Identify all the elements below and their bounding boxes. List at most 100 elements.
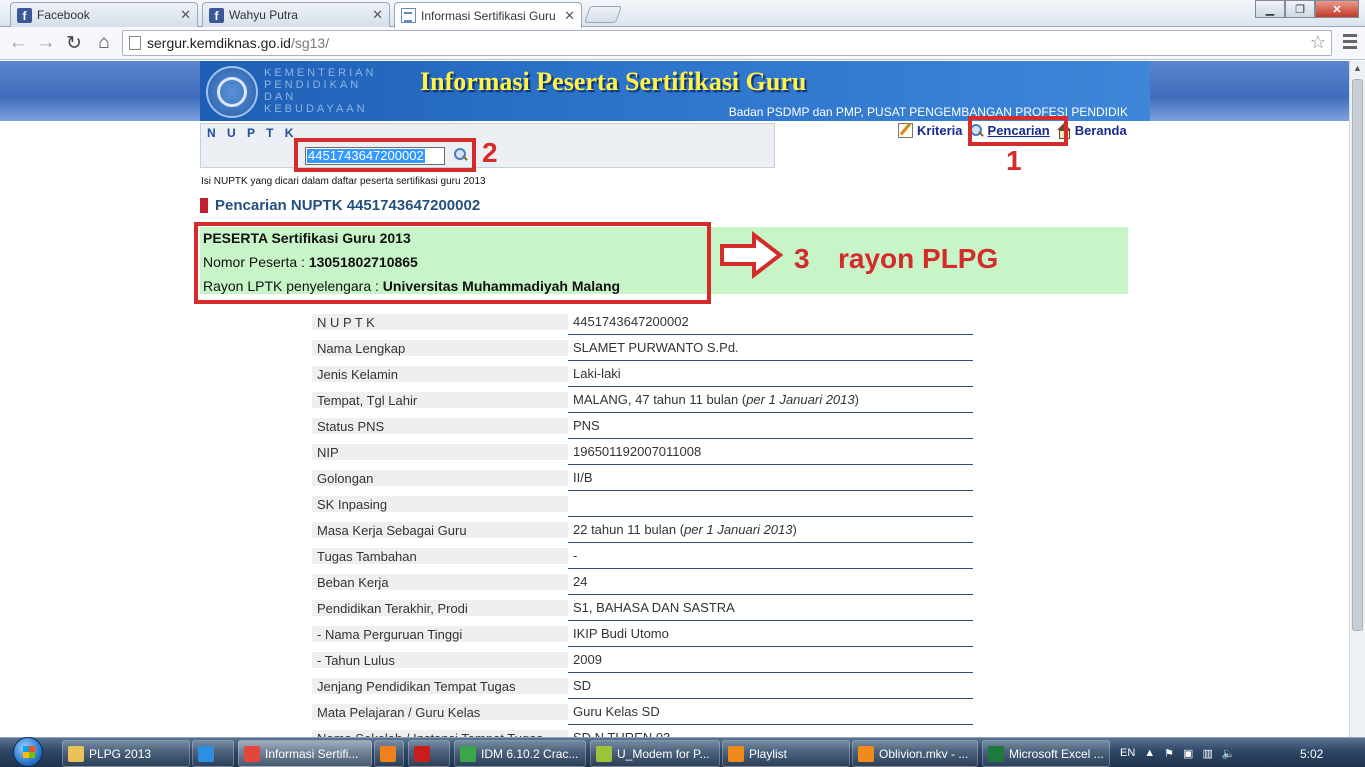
result-heading: Pencarian NUPTK 4451743647200002 xyxy=(200,197,480,214)
url-host: sergur.kemdiknas.go.id xyxy=(147,35,291,51)
scroll-up-icon[interactable]: ▲ xyxy=(1350,61,1365,75)
tab-label: Facebook xyxy=(37,8,90,22)
forward-button[interactable]: → xyxy=(34,31,58,55)
tab-facebook[interactable]: f Facebook ✕ xyxy=(10,2,198,27)
taskbar-item-label: PLPG 2013 xyxy=(89,746,152,761)
window-controls: ▁ ❐ ✕ xyxy=(1255,0,1359,18)
detail-value: Guru Kelas SD xyxy=(568,699,973,725)
detail-value: SD xyxy=(568,673,973,699)
back-button[interactable]: ← xyxy=(6,31,30,55)
detail-value: IKIP Budi Utomo xyxy=(568,621,973,647)
taskbar-item[interactable] xyxy=(408,740,450,767)
detail-value: - xyxy=(568,543,973,569)
home-button[interactable]: ⌂ xyxy=(92,31,116,55)
taskbar-item[interactable]: Informasi Sertifi... xyxy=(238,740,372,767)
menu-icon[interactable] xyxy=(1340,31,1360,55)
detail-label: SK Inpasing xyxy=(312,491,568,517)
detail-row: Pendidikan Terakhir, Prodi S1, BAHASA DAN… xyxy=(312,595,973,621)
windows-taskbar: PLPG 2013 Informasi Sertifi... IDM 6.10.2 … xyxy=(0,737,1365,767)
windows-logo-icon xyxy=(13,737,43,767)
detail-label: Mata Pelajaran / Guru Kelas xyxy=(312,699,568,725)
detail-row: Nama Lengkap SLAMET PURWANTO S.Pd. xyxy=(312,335,973,361)
device-icon[interactable]: ▣ xyxy=(1183,747,1193,760)
facebook-icon: f xyxy=(209,7,224,23)
detail-row: - Tahun Lulus 2009 xyxy=(312,647,973,673)
app-icon xyxy=(380,745,396,762)
network-icon[interactable]: ▥ xyxy=(1202,747,1212,760)
detail-row: Tugas Tambahan - xyxy=(312,543,973,569)
vertical-scrollbar[interactable]: ▲ xyxy=(1349,61,1365,737)
taskbar-item[interactable]: IDM 6.10.2 Crac... xyxy=(454,740,586,767)
app-icon xyxy=(596,745,612,762)
taskbar-item[interactable]: Microsoft Excel ... xyxy=(982,740,1110,767)
annotation-label-rayon: rayon PLPG xyxy=(838,243,999,274)
ministry-logo xyxy=(206,66,258,118)
nav-kriteria[interactable]: Kriteria xyxy=(898,123,963,138)
annotation-box-3 xyxy=(194,222,711,304)
taskbar-item-label: IDM 6.10.2 Crac... xyxy=(481,746,579,761)
page-icon xyxy=(129,36,141,50)
start-button[interactable] xyxy=(2,736,54,767)
detail-row: Jenjang Pendidikan Tempat Tugas SD xyxy=(312,673,973,699)
taskbar-item-label: Oblivion.mkv - ... xyxy=(879,746,969,761)
taskbar-item[interactable]: Playlist xyxy=(722,740,850,767)
tray-expand-icon[interactable]: ▲ xyxy=(1144,747,1155,759)
participant-detail-table: N U P T K 4451743647200002 Nama Lengkap SLA… xyxy=(312,309,973,737)
detail-value: 4451743647200002 xyxy=(568,309,973,335)
volume-icon[interactable]: 🔈 xyxy=(1222,747,1236,760)
tab-informasi-sertifikasi[interactable]: Informasi Sertifikasi Guru ✕ xyxy=(394,2,582,28)
heading-marker xyxy=(200,197,208,213)
address-bar[interactable]: sergur.kemdiknas.go.id/sg13/ ☆ xyxy=(122,30,1332,56)
close-tab-icon[interactable]: ✕ xyxy=(180,7,191,23)
taskbar-item[interactable] xyxy=(374,740,404,767)
app-icon xyxy=(244,745,260,762)
detail-label: Pendidikan Terakhir, Prodi xyxy=(312,595,568,621)
facebook-icon: f xyxy=(17,7,32,23)
detail-label: Nama Lengkap xyxy=(312,335,568,361)
tab-wahyu-putra[interactable]: f Wahyu Putra ✕ xyxy=(202,2,390,27)
detail-value: II/B xyxy=(568,465,973,491)
bookmark-star-icon[interactable]: ☆ xyxy=(1310,32,1326,53)
detail-label: Tugas Tambahan xyxy=(312,543,568,569)
site-banner: KEMENTERIAN PENDIDIKAN DAN KEBUDAYAAN In… xyxy=(200,61,1150,121)
tab-label: Informasi Sertifikasi Guru xyxy=(421,8,556,23)
app-icon xyxy=(728,745,744,762)
nav-beranda-label: Beranda xyxy=(1074,123,1127,138)
annotation-box-2 xyxy=(294,138,476,172)
clock[interactable]: 5:02 xyxy=(1300,747,1323,761)
annotation-number-1: 1 xyxy=(1006,145,1022,176)
close-tab-icon[interactable]: ✕ xyxy=(372,7,383,23)
page-viewport: KEMENTERIAN PENDIDIKAN DAN KEBUDAYAAN In… xyxy=(0,61,1349,737)
close-tab-icon[interactable]: ✕ xyxy=(564,8,575,24)
new-tab-button[interactable] xyxy=(583,6,623,23)
scrollbar-thumb[interactable] xyxy=(1352,79,1363,631)
detail-row: NIP 196501192007011008 xyxy=(312,439,973,465)
annotation-number-3: 3 xyxy=(794,243,810,274)
detail-label: Masa Kerja Sebagai Guru xyxy=(312,517,568,543)
minimize-button[interactable]: ▁ xyxy=(1255,0,1285,18)
language-indicator[interactable]: EN xyxy=(1120,747,1135,759)
detail-value: 22 tahun 11 bulan (per 1 Januari 2013) xyxy=(568,517,973,543)
app-icon xyxy=(988,745,1004,762)
close-window-button[interactable]: ✕ xyxy=(1315,0,1359,18)
page-icon xyxy=(401,8,416,23)
detail-label: Golongan xyxy=(312,465,568,491)
browser-tab-strip: f Facebook ✕ f Wahyu Putra ✕ Informasi S… xyxy=(0,0,1365,28)
action-center-flag-icon[interactable]: ⚑ xyxy=(1164,747,1174,760)
taskbar-item[interactable]: PLPG 2013 xyxy=(62,740,190,767)
maximize-button[interactable]: ❐ xyxy=(1285,0,1315,18)
ministry-name: KEMENTERIAN PENDIDIKAN DAN KEBUDAYAAN xyxy=(264,67,377,115)
taskbar-item[interactable]: U_Modem for P... xyxy=(590,740,720,767)
detail-value: PNS xyxy=(568,413,973,439)
taskbar-item[interactable]: Oblivion.mkv - ... xyxy=(852,740,978,767)
detail-value: 2009 xyxy=(568,647,973,673)
detail-value: 196501192007011008 xyxy=(568,439,973,465)
taskbar-item[interactable] xyxy=(192,740,234,767)
system-tray: EN ▲ ⚑ ▣ ▥ 🔈 xyxy=(1120,738,1245,767)
detail-row: - Nama Perguruan Tinggi IKIP Budi Utomo xyxy=(312,621,973,647)
detail-label: Status PNS xyxy=(312,413,568,439)
detail-value xyxy=(568,491,973,517)
detail-row: Tempat, Tgl Lahir MALANG, 47 tahun 11 bul… xyxy=(312,387,973,413)
app-icon xyxy=(68,745,84,762)
reload-button[interactable]: ↻ xyxy=(62,31,86,55)
